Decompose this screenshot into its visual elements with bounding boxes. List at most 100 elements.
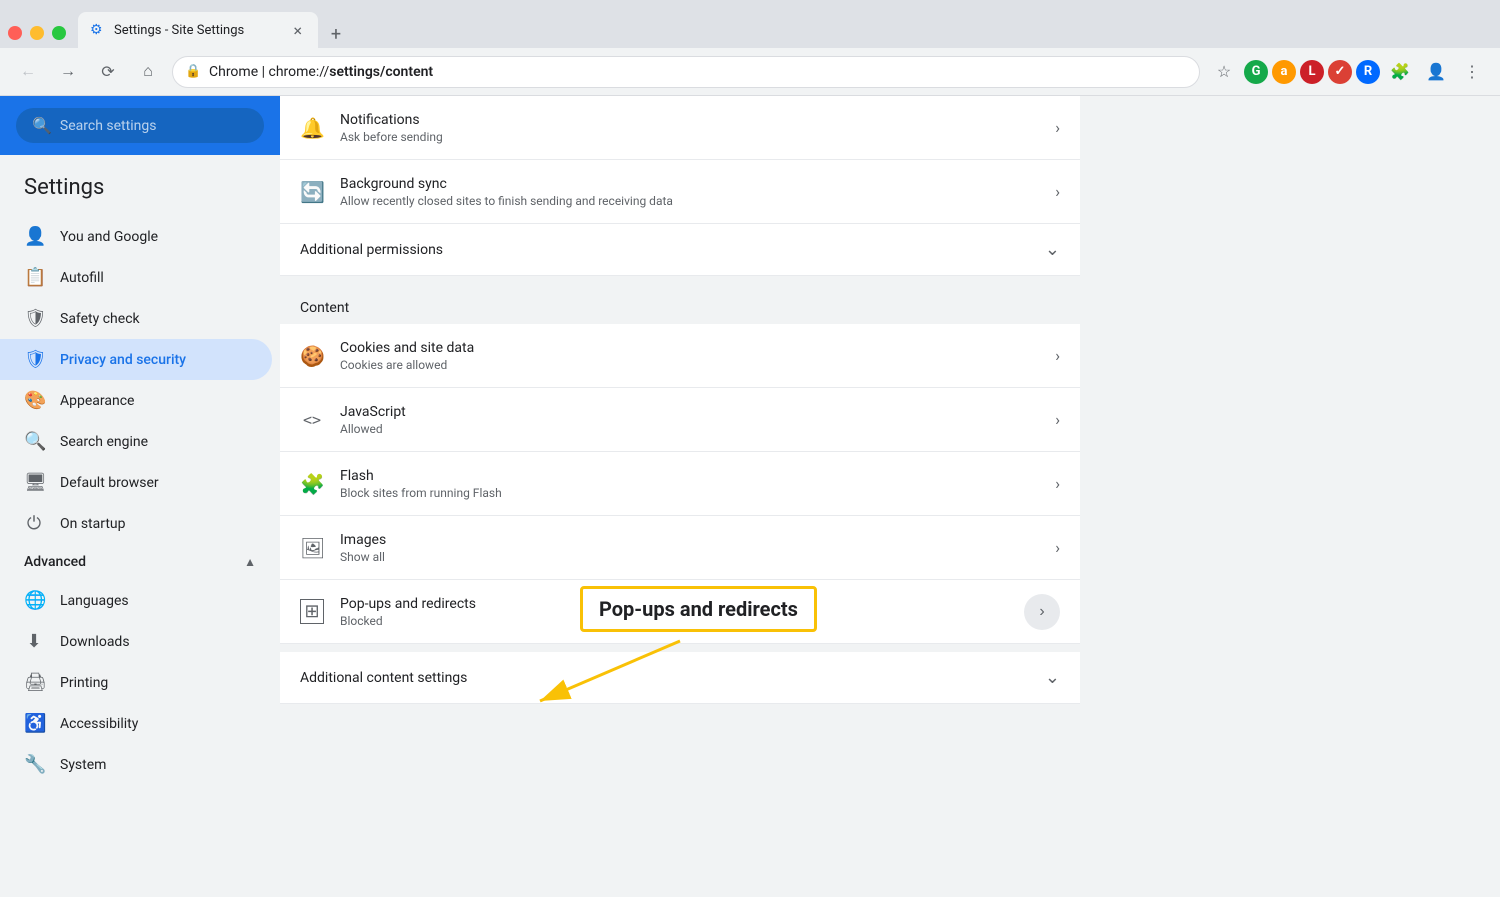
search-bar-wrapper: 🔍 Search settings (0, 96, 280, 155)
additional-permissions-label: Additional permissions (300, 242, 1029, 258)
lastpass-extension[interactable]: L (1300, 60, 1324, 84)
privacy-shield-icon: 🛡 (24, 349, 44, 370)
accessibility-icon: ♿ (24, 713, 44, 734)
cookies-row[interactable]: 🍪 Cookies and site data Cookies are allo… (280, 324, 1080, 388)
sidebar-item-label: You and Google (60, 229, 158, 245)
main-content: 🔍 Search settings Settings 👤 You and Goo… (0, 96, 1500, 897)
popups-row[interactable]: ⊞ Pop-ups and redirects Blocked › (280, 580, 1080, 644)
sidebar-item-system[interactable]: 🔧 System (0, 744, 272, 785)
sidebar-item-label: Languages (60, 593, 129, 609)
chevron-right-icon: › (1055, 538, 1060, 557)
todoist-extension[interactable]: ✓ (1328, 60, 1352, 84)
person-icon: 👤 (24, 226, 44, 247)
content-section-label: Content (300, 300, 1060, 316)
notifications-text: Notifications Ask before sending (340, 112, 1039, 144)
popups-title: Pop-ups and redirects (340, 596, 1008, 612)
address-bar[interactable]: 🔒 Chrome | chrome://settings/content (172, 56, 1200, 88)
sidebar-item-label: Safety check (60, 311, 140, 327)
menu-button[interactable]: ⋮ (1456, 56, 1488, 88)
cookies-title: Cookies and site data (340, 340, 1039, 356)
additional-content-label: Additional content settings (300, 670, 1029, 686)
amazon-extension[interactable]: a (1272, 60, 1296, 84)
tab-title: Settings - Site Settings (114, 23, 281, 38)
sidebar-item-autofill[interactable]: 📋 Autofill (0, 257, 272, 298)
sidebar-item-label: Printing (60, 675, 108, 691)
flash-title: Flash (340, 468, 1039, 484)
search-bar[interactable]: 🔍 Search settings (16, 108, 264, 143)
sidebar-item-search-engine[interactable]: 🔍 Search engine (0, 421, 272, 462)
cookies-icon: 🍪 (300, 344, 324, 368)
sidebar-item-you-and-google[interactable]: 👤 You and Google (0, 216, 272, 257)
additional-permissions-row[interactable]: Additional permissions ⌄ (280, 224, 1080, 276)
reload-button[interactable]: ⟳ (92, 56, 124, 88)
tab-favicon: ⚙ (90, 22, 106, 38)
sidebar-item-label: Autofill (60, 270, 104, 286)
active-tab[interactable]: ⚙ Settings - Site Settings × (78, 12, 318, 48)
account-button[interactable]: 👤 (1420, 56, 1452, 88)
forward-button[interactable]: → (52, 56, 84, 88)
sidebar-item-label: System (60, 757, 106, 773)
minimize-window-button[interactable] (30, 26, 44, 40)
bookmark-button[interactable]: ☆ (1208, 56, 1240, 88)
flash-row[interactable]: 🧩 Flash Block sites from running Flash › (280, 452, 1080, 516)
home-button[interactable]: ⌂ (132, 56, 164, 88)
sidebar-item-downloads[interactable]: ⬇ Downloads (0, 621, 272, 662)
sidebar-header: Settings (0, 163, 280, 216)
sidebar: Settings 👤 You and Google 📋 Autofill 🛡 S… (0, 155, 280, 785)
sidebar-item-label: Search engine (60, 434, 148, 450)
address-text: Chrome | chrome://settings/content (209, 64, 433, 80)
sidebar-item-appearance[interactable]: 🎨 Appearance (0, 380, 272, 421)
advanced-section-toggle[interactable]: Advanced ▲ (0, 544, 280, 580)
popups-chevron-button[interactable]: › (1024, 594, 1060, 630)
back-button[interactable]: ← (12, 56, 44, 88)
chevron-right-icon: › (1055, 182, 1060, 201)
toolbar-icons: ☆ G a L ✓ R 🧩 👤 ⋮ (1208, 56, 1488, 88)
advanced-label: Advanced (24, 554, 86, 570)
sidebar-item-default-browser[interactable]: 🖥 Default browser (0, 462, 272, 503)
images-row[interactable]: 🖼 Images Show all › (280, 516, 1080, 580)
new-tab-button[interactable]: + (322, 20, 350, 48)
content-section-header: Content (280, 284, 1080, 324)
background-sync-text: Background sync Allow recently closed si… (340, 176, 1039, 208)
fullscreen-window-button[interactable] (52, 26, 66, 40)
javascript-sub: Allowed (340, 422, 1039, 436)
notifications-row[interactable]: 🔔 Notifications Ask before sending › (280, 96, 1080, 160)
sidebar-item-languages[interactable]: 🌐 Languages (0, 580, 272, 621)
palette-icon: 🎨 (24, 390, 44, 411)
globe-icon: 🌐 (24, 590, 44, 611)
images-sub: Show all (340, 550, 1039, 564)
close-window-button[interactable] (8, 26, 22, 40)
notifications-sub: Ask before sending (340, 130, 1039, 144)
chevron-right-icon: › (1055, 410, 1060, 429)
additional-content-settings-row[interactable]: Additional content settings ⌄ (280, 652, 1080, 704)
tab-close-button[interactable]: × (289, 19, 306, 42)
grammarly-extension[interactable]: G (1244, 60, 1268, 84)
sidebar-item-label: Privacy and security (60, 352, 186, 368)
sidebar-item-label: Appearance (60, 393, 134, 409)
title-bar: ⚙ Settings - Site Settings × + (0, 0, 1500, 48)
background-sync-title: Background sync (340, 176, 1039, 192)
search-icon: 🔍 (32, 116, 52, 135)
search-placeholder: Search settings (60, 118, 157, 134)
cookies-sub: Cookies are allowed (340, 358, 1039, 372)
print-icon: 🖨 (24, 672, 44, 693)
background-sync-row[interactable]: 🔄 Background sync Allow recently closed … (280, 160, 1080, 224)
browser-frame: ⚙ Settings - Site Settings × + ← → ⟳ ⌂ 🔒… (0, 0, 1500, 897)
chevron-down-icon: ⌄ (1045, 667, 1060, 688)
extensions-button[interactable]: 🧩 (1384, 56, 1416, 88)
javascript-title: JavaScript (340, 404, 1039, 420)
download-icon: ⬇ (24, 631, 44, 652)
sidebar-item-safety-check[interactable]: 🛡 Safety check (0, 298, 272, 339)
sidebar-item-on-startup[interactable]: ⏻ On startup (0, 503, 272, 544)
chevron-right-icon: › (1055, 118, 1060, 137)
sidebar-item-accessibility[interactable]: ♿ Accessibility (0, 703, 272, 744)
search-engine-icon: 🔍 (24, 431, 44, 452)
sync-icon: 🔄 (300, 180, 324, 204)
raindrop-extension[interactable]: R (1356, 60, 1380, 84)
sidebar-item-printing[interactable]: 🖨 Printing (0, 662, 272, 703)
bell-icon: 🔔 (300, 116, 324, 140)
sidebar-item-privacy-security[interactable]: 🛡 Privacy and security (0, 339, 272, 380)
javascript-row[interactable]: <> JavaScript Allowed › (280, 388, 1080, 452)
address-prefix: Chrome (209, 64, 258, 80)
monitor-icon: 🖥 (24, 472, 44, 493)
